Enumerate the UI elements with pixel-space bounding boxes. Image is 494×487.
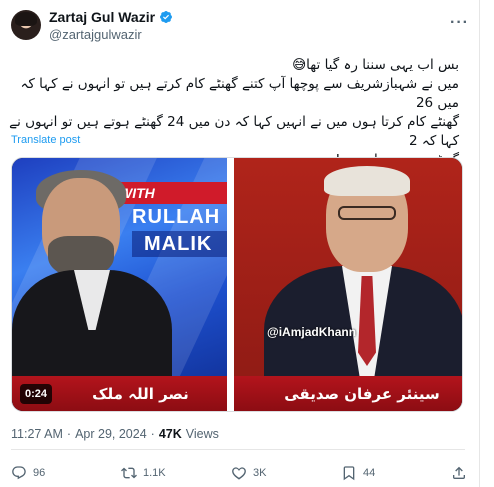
tweet-text: بس اب یہی سننا رہ گیا تھا😅 میں نے شہبازش…: [4, 56, 459, 170]
verified-badge-icon: [160, 11, 173, 23]
like-count: 3K: [253, 467, 267, 479]
translate-post-link[interactable]: Translate post: [11, 134, 80, 146]
avatar[interactable]: [11, 10, 41, 40]
bookmark-button[interactable]: 44: [341, 464, 375, 482]
meta-separator: ·: [66, 427, 72, 441]
views-count: 47K: [158, 427, 182, 441]
action-bar: 96 1.1K 3K 44: [11, 464, 471, 484]
reply-count: 96: [33, 467, 46, 479]
tweet-line: میں نے شہبازشریف سے پوچھا آپ کتنے گھنٹے …: [20, 76, 459, 111]
video-watermark: @iAmjadKhann: [267, 325, 357, 339]
reply-icon: [12, 466, 26, 480]
tweet-card: Zartaj Gul Wazir @zartajgulwazir ··· بس …: [0, 0, 480, 487]
more-options-icon[interactable]: ···: [450, 14, 469, 32]
share-button[interactable]: [451, 464, 467, 482]
lower-third-right-caption: سینئر عرفان صدیقی: [284, 385, 440, 403]
tweet-meta: 11:27 AM · Apr 29, 2024 · 47K Views: [11, 427, 219, 441]
reply-button[interactable]: 96: [11, 464, 45, 482]
meta-separator: ·: [150, 427, 155, 441]
video-left-panel: WITH RULLAH MALIK: [12, 158, 227, 411]
like-button[interactable]: 3K: [231, 464, 266, 482]
author-handle[interactable]: @zartajgulwazir: [49, 27, 142, 42]
tweet-line: بس اب یہی سننا رہ گیا تھا😅: [292, 57, 459, 73]
repost-button[interactable]: 1.1K: [121, 464, 166, 482]
bookmark-icon: [343, 466, 355, 481]
views-label: Views: [185, 427, 219, 441]
video-right-panel: [234, 158, 462, 411]
bookmark-count: 44: [363, 467, 376, 479]
author-name[interactable]: Zartaj Gul Wazir: [49, 9, 155, 25]
repost-count: 1.1K: [143, 467, 166, 479]
video-player[interactable]: WITH RULLAH MALIK @iAmjadKhann نصر اللہ …: [11, 157, 463, 412]
post-date[interactable]: Apr 29, 2024: [75, 427, 147, 441]
author-name-row[interactable]: Zartaj Gul Wazir: [49, 9, 173, 25]
repost-icon: [121, 467, 137, 479]
video-duration-badge: 0:24: [20, 384, 53, 404]
heart-icon: [232, 467, 246, 480]
show-banner-mid: RULLAH: [132, 206, 221, 228]
divider: [11, 449, 465, 450]
lower-third-left-caption: نصر اللہ ملک: [92, 385, 189, 403]
share-icon: [453, 466, 465, 479]
post-time[interactable]: 11:27 AM: [11, 427, 63, 441]
show-banner-low: MALIK: [132, 231, 227, 257]
